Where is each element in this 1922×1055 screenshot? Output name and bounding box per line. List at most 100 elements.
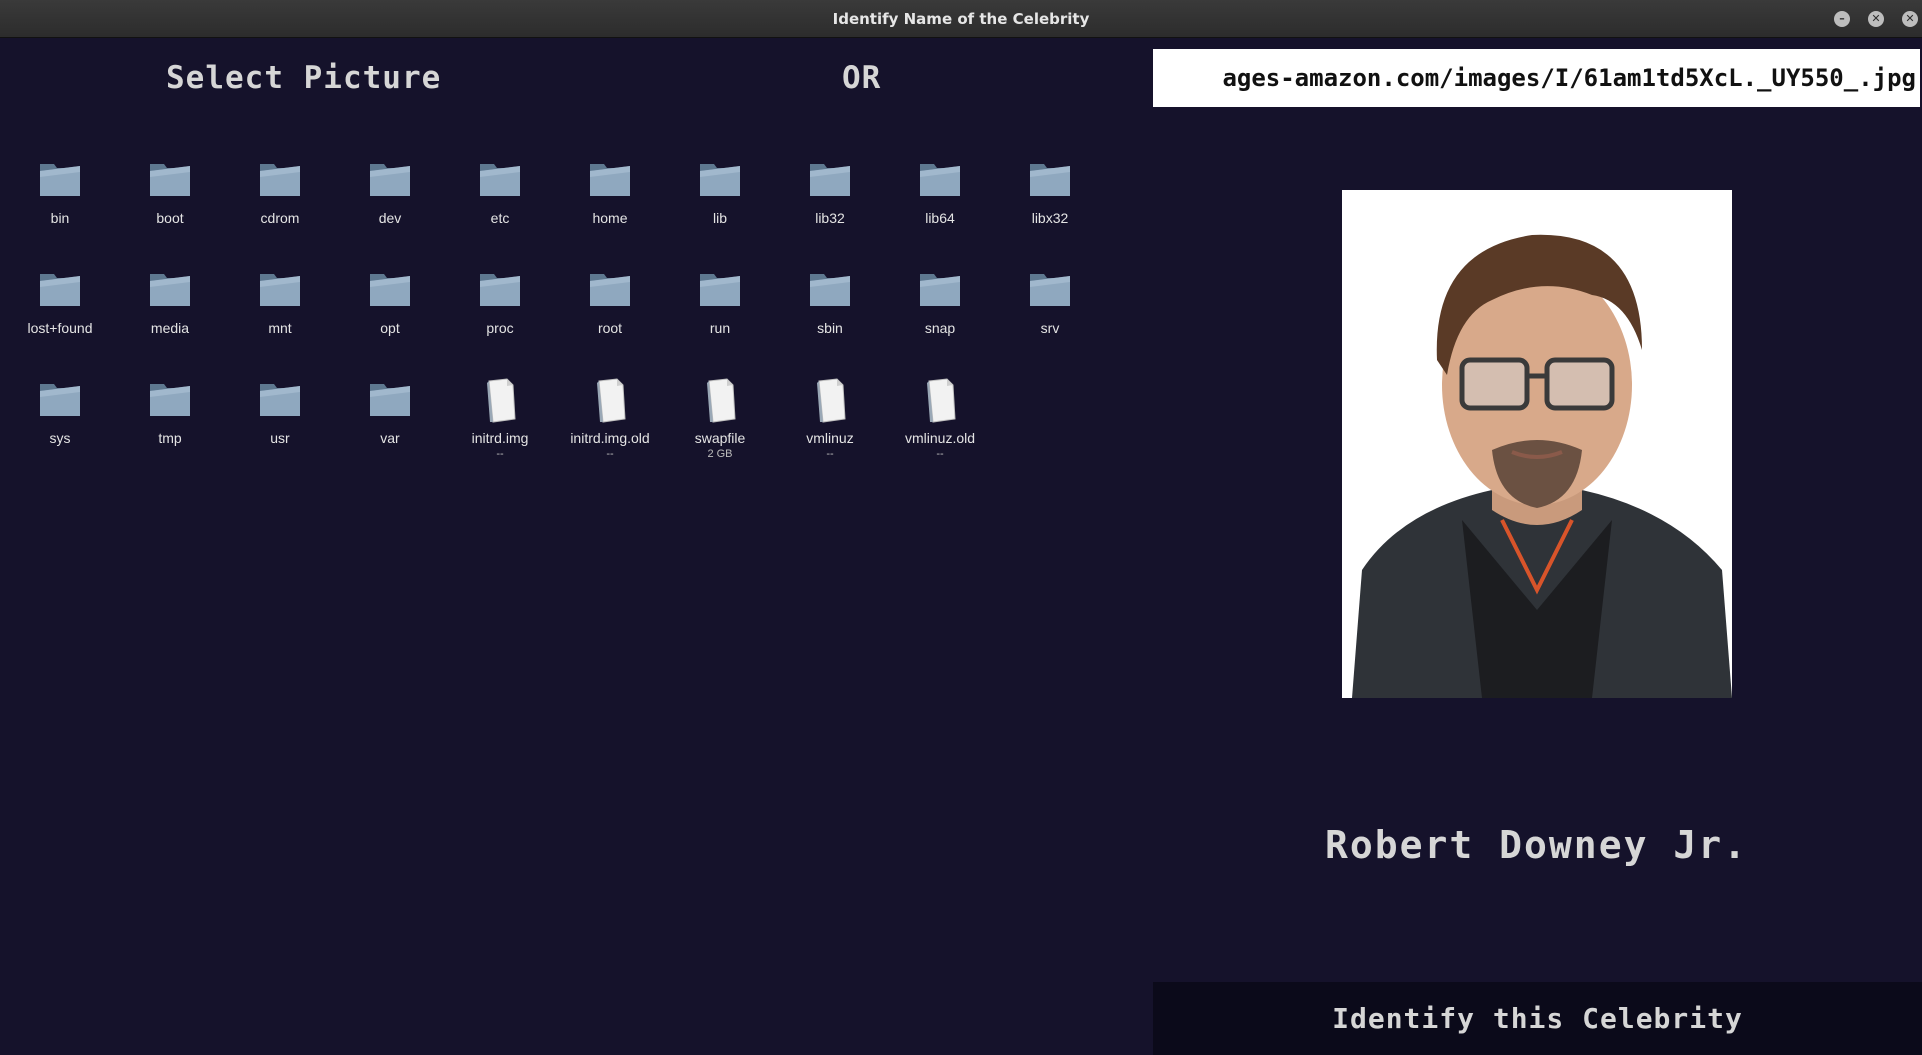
folder-item[interactable]: lost+found bbox=[5, 266, 115, 336]
folder-icon bbox=[225, 156, 335, 206]
minimize-button[interactable]: – bbox=[1834, 11, 1850, 27]
file-name-label: srv bbox=[1040, 320, 1060, 336]
file-name-label: lost+found bbox=[27, 320, 93, 336]
folder-icon bbox=[225, 376, 335, 426]
folder-item[interactable]: bin bbox=[5, 156, 115, 226]
folder-icon bbox=[115, 156, 225, 206]
file-item[interactable]: vmlinuz.old -- bbox=[885, 376, 995, 460]
folder-icon bbox=[885, 266, 995, 316]
folder-item[interactable]: lib64 bbox=[885, 156, 995, 226]
file-name-label: initrd.img bbox=[471, 430, 529, 446]
folder-icon bbox=[445, 266, 555, 316]
folder-icon bbox=[5, 376, 115, 426]
file-name-label: media bbox=[150, 320, 190, 336]
window-titlebar: Identify Name of the Celebrity – ✕ ✕ bbox=[0, 0, 1922, 38]
folder-item[interactable]: cdrom bbox=[225, 156, 335, 226]
folder-item[interactable]: opt bbox=[335, 266, 445, 336]
folder-icon bbox=[555, 266, 665, 316]
identify-celebrity-button[interactable]: Identify this Celebrity bbox=[1153, 982, 1922, 1055]
file-name-label: cdrom bbox=[260, 210, 300, 226]
folder-item[interactable]: dev bbox=[335, 156, 445, 226]
or-label: OR bbox=[842, 60, 882, 96]
celebrity-portrait-icon bbox=[1342, 190, 1732, 698]
folder-icon bbox=[555, 156, 665, 206]
celebrity-photo bbox=[1342, 190, 1732, 698]
folder-icon bbox=[665, 266, 775, 316]
file-size-label: -- bbox=[826, 448, 834, 460]
file-name-label: sbin bbox=[817, 320, 843, 336]
folder-item[interactable]: sys bbox=[5, 376, 115, 446]
folder-item[interactable]: etc bbox=[445, 156, 555, 226]
folder-item[interactable]: run bbox=[665, 266, 775, 336]
folder-icon bbox=[885, 156, 995, 206]
file-name-label: boot bbox=[156, 210, 184, 226]
folder-icon bbox=[445, 156, 555, 206]
folder-icon bbox=[995, 156, 1105, 206]
file-name-label: dev bbox=[378, 210, 402, 226]
file-item[interactable]: vmlinuz -- bbox=[775, 376, 885, 460]
folder-icon bbox=[775, 156, 885, 206]
file-size-label: -- bbox=[936, 448, 944, 460]
folder-icon bbox=[5, 156, 115, 206]
folder-item[interactable]: mnt bbox=[225, 266, 335, 336]
window-title: Identify Name of the Celebrity bbox=[832, 10, 1090, 28]
file-size-label: 2 GB bbox=[707, 448, 733, 460]
file-name-label: etc bbox=[490, 210, 510, 226]
file-name-label: vmlinuz bbox=[806, 430, 854, 446]
file-name-label: tmp bbox=[158, 430, 182, 446]
document-icon bbox=[885, 376, 995, 426]
file-item[interactable]: initrd.img.old -- bbox=[555, 376, 665, 460]
folder-icon bbox=[115, 376, 225, 426]
file-name-label: home bbox=[592, 210, 628, 226]
image-url-input[interactable] bbox=[1153, 49, 1920, 107]
folder-icon bbox=[5, 266, 115, 316]
file-name-label: snap bbox=[924, 320, 956, 336]
folder-icon bbox=[335, 266, 445, 316]
file-name-label: libx32 bbox=[1031, 210, 1069, 226]
folder-icon bbox=[335, 156, 445, 206]
file-name-label: mnt bbox=[268, 320, 292, 336]
close-button[interactable]: ✕ bbox=[1902, 11, 1918, 27]
folder-item[interactable]: home bbox=[555, 156, 665, 226]
folder-item[interactable]: root bbox=[555, 266, 665, 336]
folder-item[interactable]: tmp bbox=[115, 376, 225, 446]
folder-icon bbox=[665, 156, 775, 206]
folder-item[interactable]: boot bbox=[115, 156, 225, 226]
file-name-label: vmlinuz.old bbox=[904, 430, 976, 446]
file-name-label: swapfile bbox=[694, 430, 746, 446]
document-icon bbox=[665, 376, 775, 426]
file-name-label: usr bbox=[270, 430, 290, 446]
file-name-label: initrd.img.old bbox=[570, 430, 650, 446]
file-item[interactable]: initrd.img -- bbox=[445, 376, 555, 460]
document-icon bbox=[555, 376, 665, 426]
document-icon bbox=[445, 376, 555, 426]
file-name-label: var bbox=[380, 430, 400, 446]
folder-item[interactable]: snap bbox=[885, 266, 995, 336]
app-main: Select Picture OR bin boot cdrom dev etc home… bbox=[0, 38, 1922, 1055]
folder-item[interactable]: media bbox=[115, 266, 225, 336]
file-name-label: lib64 bbox=[925, 210, 955, 226]
file-name-label: opt bbox=[380, 320, 400, 336]
folder-item[interactable]: usr bbox=[225, 376, 335, 446]
folder-item[interactable]: libx32 bbox=[995, 156, 1105, 226]
select-picture-heading: Select Picture bbox=[166, 60, 442, 96]
folder-item[interactable]: srv bbox=[995, 266, 1105, 336]
folder-item[interactable]: proc bbox=[445, 266, 555, 336]
folder-item[interactable]: lib bbox=[665, 156, 775, 226]
file-item[interactable]: swapfile 2 GB bbox=[665, 376, 775, 460]
folder-icon bbox=[995, 266, 1105, 316]
maximize-button[interactable]: ✕ bbox=[1868, 11, 1884, 27]
folder-item[interactable]: var bbox=[335, 376, 445, 446]
folder-icon bbox=[775, 266, 885, 316]
folder-item[interactable]: lib32 bbox=[775, 156, 885, 226]
file-name-label: sys bbox=[49, 430, 71, 446]
file-size-label: -- bbox=[496, 448, 504, 460]
file-name-label: run bbox=[709, 320, 731, 336]
file-name-label: proc bbox=[486, 320, 514, 336]
file-name-label: root bbox=[597, 320, 623, 336]
celebrity-name: Robert Downey Jr. bbox=[1325, 823, 1748, 867]
document-icon bbox=[775, 376, 885, 426]
file-name-label: lib32 bbox=[815, 210, 845, 226]
folder-item[interactable]: sbin bbox=[775, 266, 885, 336]
file-name-label: bin bbox=[50, 210, 70, 226]
